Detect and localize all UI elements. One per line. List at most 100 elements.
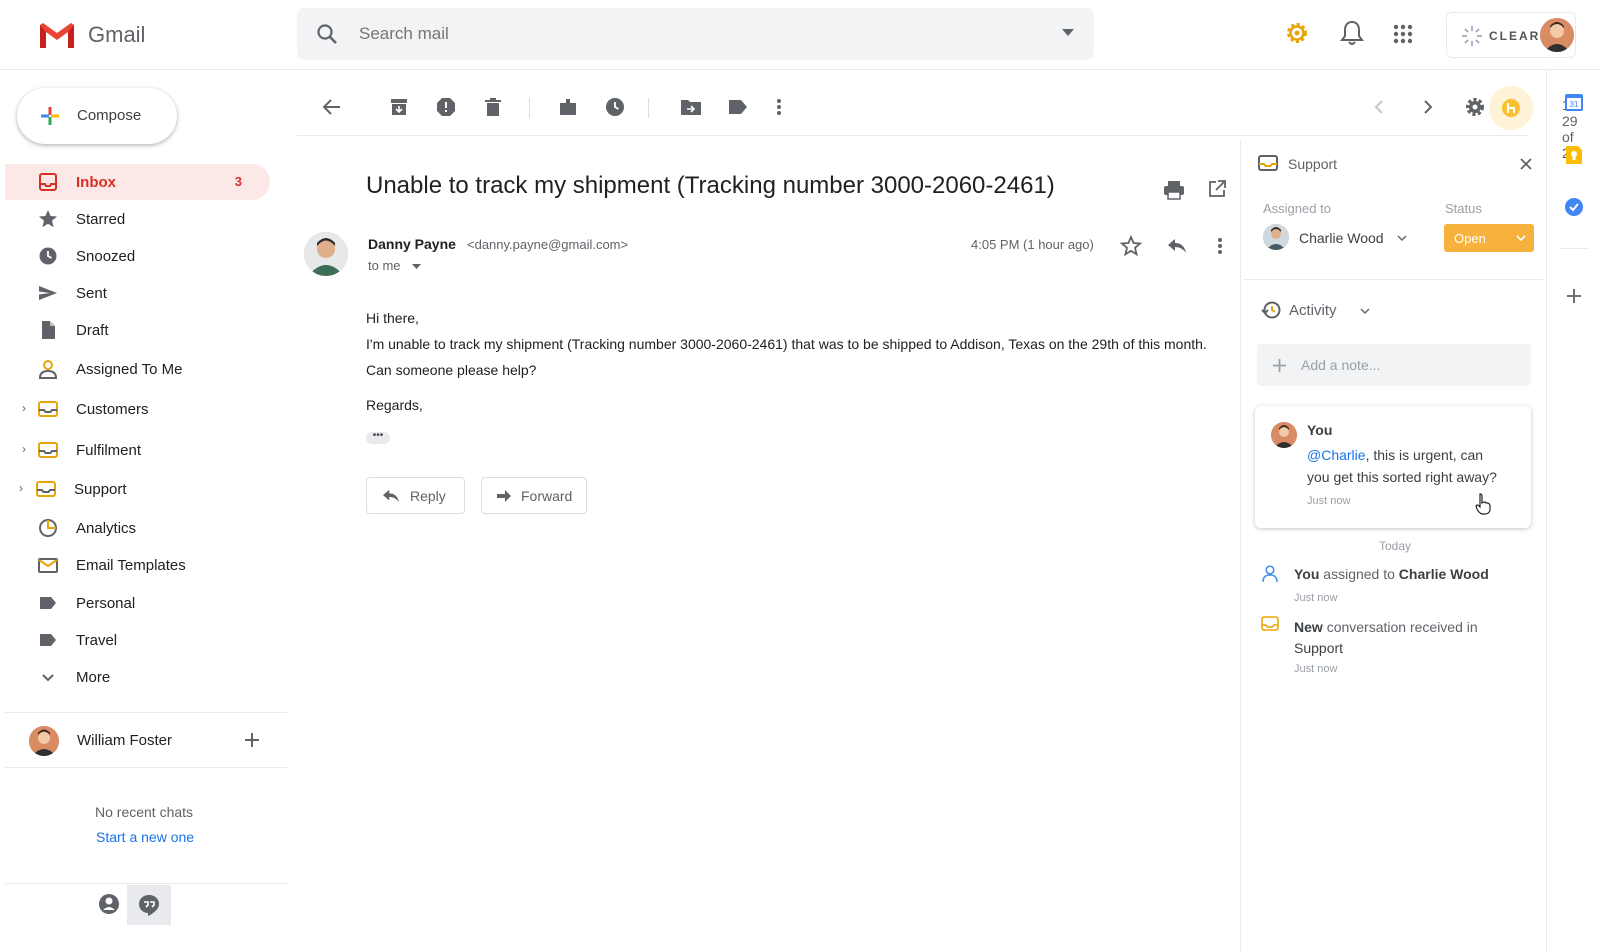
reply-icon	[383, 489, 399, 503]
settings-button[interactable]	[1460, 92, 1490, 122]
sidebar-item-email-templates[interactable]: Email Templates	[5, 547, 270, 583]
chat-user-avatar[interactable]	[29, 726, 59, 756]
top-bar: Gmail Search mail CLEAR	[0, 0, 1600, 70]
show-trimmed-content-button[interactable]: •••	[366, 431, 390, 444]
inbox-icon	[39, 173, 57, 191]
keep-icon[interactable]	[1565, 145, 1583, 165]
clock-icon	[39, 247, 57, 265]
note-time: Just now	[1307, 495, 1351, 507]
sidebar-item-travel[interactable]: Travel	[5, 622, 270, 658]
spam-icon	[437, 98, 455, 116]
label-icon	[40, 597, 56, 609]
sidebar-item-draft[interactable]: Draft	[5, 312, 270, 348]
hangouts-tab[interactable]	[127, 885, 171, 925]
chat-user-avatar-icon	[29, 726, 59, 756]
mark-unread-button[interactable]	[553, 92, 583, 122]
assignee-avatar	[1263, 224, 1289, 250]
event-time: Just now	[1294, 663, 1338, 675]
extension-logo-icon	[1502, 99, 1520, 117]
start-new-chat-link[interactable]: Start a new one	[96, 829, 194, 845]
sparkle-logo-icon	[1462, 26, 1482, 46]
star-icon[interactable]	[1120, 235, 1142, 257]
email-body-line: Can someone please help?	[366, 362, 537, 378]
sidebar-item-fulfilment[interactable]: › Fulfilment	[5, 432, 270, 468]
status-select[interactable]: Open	[1444, 224, 1534, 252]
labels-button[interactable]	[723, 92, 753, 122]
sidebar-item-starred[interactable]: Starred	[5, 201, 270, 237]
expand-caret-icon[interactable]: ›	[22, 401, 26, 415]
activity-label[interactable]: Activity	[1289, 302, 1337, 319]
move-to-button[interactable]	[676, 92, 706, 122]
older-button[interactable]	[1413, 92, 1443, 122]
sender-name[interactable]: Danny Payne	[368, 236, 456, 252]
mark-unread-icon	[560, 99, 576, 115]
expand-caret-icon[interactable]: ›	[19, 481, 23, 495]
email-timestamp: 4:05 PM (1 hour ago)	[971, 237, 1094, 252]
back-button[interactable]	[317, 92, 347, 122]
snooze-button[interactable]	[600, 92, 630, 122]
recipient-line[interactable]: to me	[368, 258, 422, 273]
archive-button[interactable]	[384, 92, 414, 122]
reply-icon[interactable]	[1167, 237, 1187, 255]
open-in-new-window-icon[interactable]	[1208, 180, 1226, 198]
forward-button[interactable]: Forward	[481, 477, 587, 514]
sidebar-item-inbox[interactable]: Inbox 3	[5, 164, 270, 200]
assignee-select[interactable]: Charlie Wood	[1263, 224, 1413, 252]
apps-grid-icon[interactable]	[1393, 24, 1413, 44]
sidebar: Compose Inbox 3 Starred Snoozed Sent Dra…	[0, 70, 292, 952]
status-label: Status	[1445, 201, 1482, 216]
sidebar-item-support[interactable]: › Support	[5, 471, 270, 507]
note-card: You @Charlie, this is urgent, can you ge…	[1255, 406, 1531, 528]
no-recent-chats: No recent chats	[95, 804, 194, 820]
extension-button[interactable]	[1489, 86, 1533, 130]
event-actor: You	[1294, 566, 1320, 582]
report-spam-button[interactable]	[431, 92, 461, 122]
more-vert-icon[interactable]	[1217, 237, 1223, 255]
sidebar-item-snoozed[interactable]: Snoozed	[5, 238, 270, 274]
sidebar-item-assigned-to-me[interactable]: Assigned To Me	[5, 351, 270, 387]
assigned-label: Assigned to	[1263, 201, 1331, 216]
calendar-icon[interactable]: 31	[1564, 92, 1584, 112]
notification-bell-icon[interactable]	[1340, 20, 1364, 46]
sidebar-item-customers[interactable]: › Customers	[5, 391, 270, 427]
sidebar-item-label: Support	[74, 481, 127, 498]
gmail-logo[interactable]: Gmail	[38, 20, 145, 50]
recipient-details-icon[interactable]	[412, 263, 422, 270]
activity-event: New conversation received in Support	[1294, 617, 1514, 659]
print-icon[interactable]	[1163, 180, 1185, 200]
chevron-down-icon[interactable]	[1360, 308, 1370, 314]
search-bar[interactable]	[297, 8, 1094, 60]
add-note-input[interactable]: Add a note...	[1257, 344, 1531, 386]
sidebar-item-personal[interactable]: Personal	[5, 585, 270, 621]
account-avatar[interactable]	[1540, 18, 1574, 52]
tasks-icon[interactable]	[1564, 197, 1584, 217]
more-actions-button[interactable]	[764, 92, 794, 122]
compose-button[interactable]: Compose	[17, 88, 177, 144]
activity-day-label: Today	[1379, 539, 1412, 553]
star-icon	[39, 210, 57, 228]
sender-avatar[interactable]	[304, 232, 348, 276]
search-input[interactable]	[359, 8, 1019, 60]
sidebar-item-label: Snoozed	[76, 248, 136, 265]
clear-badge-label: CLEAR	[1489, 29, 1541, 43]
delete-button[interactable]	[478, 92, 508, 122]
contacts-icon[interactable]	[98, 893, 120, 915]
chat-user-name[interactable]: William Foster	[77, 732, 172, 749]
close-icon[interactable]	[1520, 158, 1532, 170]
search-icon[interactable]	[315, 22, 339, 46]
settings-gear-icon[interactable]	[1284, 20, 1310, 46]
more-vert-icon	[777, 99, 781, 115]
expand-caret-icon[interactable]: ›	[22, 442, 26, 456]
sidebar-item-analytics[interactable]: Analytics	[5, 510, 270, 546]
move-folder-icon	[681, 100, 701, 115]
sidebar-item-label: Travel	[76, 632, 118, 649]
add-chat-icon[interactable]	[244, 732, 260, 748]
newer-button[interactable]	[1364, 92, 1394, 122]
hangouts-icon	[139, 895, 159, 916]
sidebar-item-sent[interactable]: Sent	[5, 275, 270, 311]
add-addon-icon[interactable]	[1567, 289, 1581, 303]
note-mention[interactable]: @Charlie	[1307, 447, 1366, 463]
search-options-icon[interactable]	[1062, 29, 1074, 37]
reply-button[interactable]: Reply	[366, 477, 465, 514]
sidebar-item-more[interactable]: More	[5, 659, 270, 695]
